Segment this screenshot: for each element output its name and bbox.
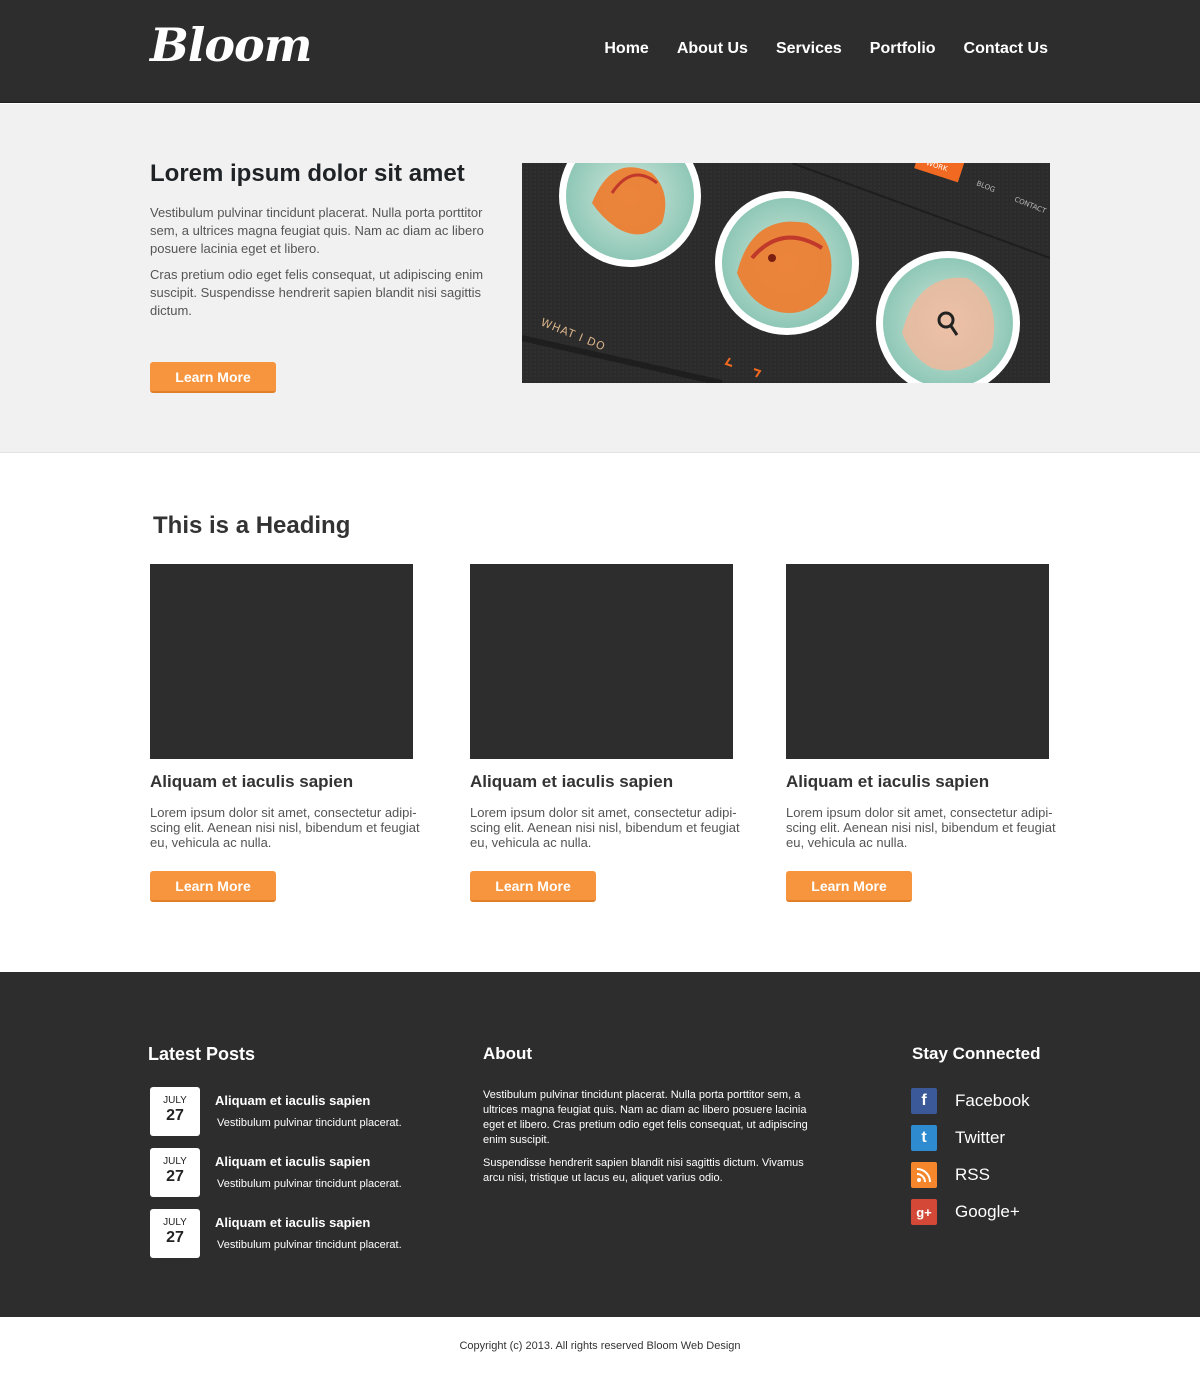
social-label: RSS xyxy=(955,1165,990,1184)
feature-title: Aliquam et iaculis sapien xyxy=(150,772,354,791)
about-paragraph: Vestibulum pulvinar tincidunt placerat. … xyxy=(483,1089,808,1146)
post-excerpt: Vestibulum pulvinar tincidunt placerat. xyxy=(217,1117,402,1129)
social-label: Twitter xyxy=(955,1128,1006,1147)
google-plus-icon: g+ xyxy=(911,1199,937,1225)
feature-text: Lorem ipsum dolor sit amet, consectetur … xyxy=(786,805,1056,850)
post-month: JULY xyxy=(163,1217,187,1228)
feature-image-placeholder xyxy=(470,564,733,759)
latest-posts-heading: Latest Posts xyxy=(148,1044,256,1064)
dragon-disc-2 xyxy=(715,191,859,335)
feature-learn-more-button[interactable]: Learn More xyxy=(470,871,596,902)
nav-contact-us[interactable]: Contact Us xyxy=(964,40,1048,58)
post-day: 27 xyxy=(166,1168,184,1185)
post-day: 27 xyxy=(166,1229,184,1246)
feature-image-placeholder xyxy=(786,564,1049,759)
post-title-link[interactable]: Aliquam et iaculis sapien xyxy=(215,1093,370,1108)
post-date-badge: JULY 27 xyxy=(150,1148,200,1197)
feature-text: Lorem ipsum dolor sit amet, consectetur … xyxy=(470,805,740,850)
rss-link[interactable]: RSS xyxy=(911,1162,990,1188)
google-plus-link[interactable]: g+ Google+ xyxy=(911,1199,1020,1225)
about-paragraph: Suspendisse hendrerit sapien blandit nis… xyxy=(483,1157,804,1184)
rss-icon xyxy=(911,1162,937,1188)
post-date-badge: JULY 27 xyxy=(150,1087,200,1136)
post-month: JULY xyxy=(163,1095,187,1106)
hero-paragraph: Vestibulum pulvinar tincidunt placerat. … xyxy=(150,205,484,256)
portfolio-preview-illustration: WORK BLOG CONTACT WHAT I DO xyxy=(522,163,1050,383)
nav-home[interactable]: Home xyxy=(604,40,648,58)
feature-title: Aliquam et iaculis sapien xyxy=(786,772,990,791)
post-excerpt: Vestibulum pulvinar tincidunt placerat. xyxy=(217,1178,402,1190)
hero-learn-more-button[interactable]: Learn More xyxy=(150,362,276,393)
section-heading: This is a Heading xyxy=(153,512,351,539)
feature-image-placeholder xyxy=(150,564,413,759)
main-nav: Home About Us Services Portfolio Contact… xyxy=(604,40,1048,58)
feature-learn-more-button[interactable]: Learn More xyxy=(150,871,276,902)
facebook-icon: f xyxy=(911,1088,937,1114)
twitter-link[interactable]: t Twitter xyxy=(911,1125,1005,1151)
hero-title: Lorem ipsum dolor sit amet xyxy=(150,160,465,187)
site-logo[interactable]: Bloom xyxy=(150,18,312,72)
stay-connected-heading: Stay Connected xyxy=(912,1044,1041,1063)
nav-about-us[interactable]: About Us xyxy=(677,40,748,58)
feature-text: Lorem ipsum dolor sit amet, consectetur … xyxy=(150,805,420,850)
facebook-link[interactable]: f Facebook xyxy=(911,1088,1030,1114)
post-title-link[interactable]: Aliquam et iaculis sapien xyxy=(215,1215,370,1230)
feature-learn-more-button[interactable]: Learn More xyxy=(786,871,912,902)
social-label: Facebook xyxy=(955,1091,1030,1110)
copyright-text: Copyright (c) 2013. All rights reserved … xyxy=(459,1340,741,1352)
post-title-link[interactable]: Aliquam et iaculis sapien xyxy=(215,1154,370,1169)
hero-image: WORK BLOG CONTACT WHAT I DO xyxy=(522,163,1050,383)
site-header: Bloom Home About Us Services Portfolio C… xyxy=(0,0,1200,103)
post-day: 27 xyxy=(166,1107,184,1124)
site-footer: Latest Posts JULY 27 Aliquam et iaculis … xyxy=(0,972,1200,1317)
post-excerpt: Vestibulum pulvinar tincidunt placerat. xyxy=(217,1239,402,1251)
twitter-icon: t xyxy=(911,1125,937,1151)
hero-section: Lorem ipsum dolor sit amet Vestibulum pu… xyxy=(0,104,1200,453)
social-label: Google+ xyxy=(955,1202,1020,1221)
feature-title: Aliquam et iaculis sapien xyxy=(470,772,674,791)
about-heading: About xyxy=(483,1044,533,1063)
nav-services[interactable]: Services xyxy=(776,40,842,58)
post-month: JULY xyxy=(163,1156,187,1167)
post-date-badge: JULY 27 xyxy=(150,1209,200,1258)
nav-portfolio[interactable]: Portfolio xyxy=(870,40,936,58)
hero-paragraph: Cras pretium odio eget felis consequat, … xyxy=(150,267,484,318)
